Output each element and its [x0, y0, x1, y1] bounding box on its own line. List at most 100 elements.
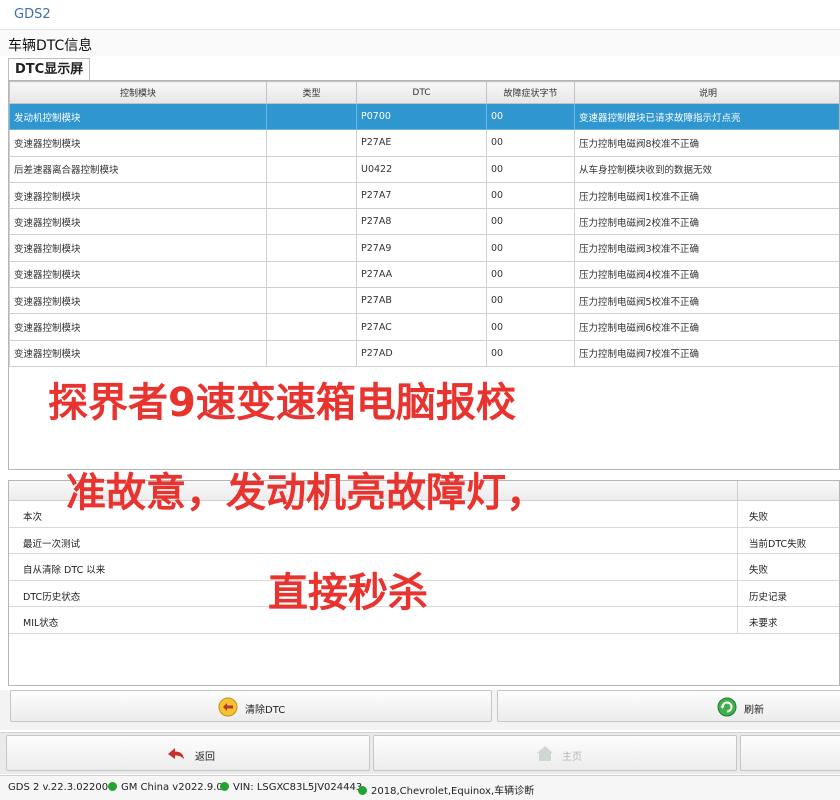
status-label: 自从清除 DTC 以来: [23, 565, 106, 576]
cell-description: 压力控制电磁阀8校准不正确: [574, 129, 839, 157]
cell-dtc: P27AA: [356, 260, 487, 289]
cell-type: [266, 287, 357, 315]
cell-type: [266, 208, 357, 236]
database-status: GM China v2022.9.0: [108, 782, 223, 793]
clear-dtc-label: 清除DTC: [245, 705, 286, 716]
refresh-button[interactable]: 刷新: [497, 690, 840, 722]
cell-dtc: P27A8: [356, 208, 487, 236]
table-row[interactable]: 变速器控制模块 P27AB 00 压力控制电磁阀5校准不正确: [9, 287, 839, 315]
cell-symptom: 00: [486, 155, 575, 183]
table-row[interactable]: 变速器控制模块 P27A7 00 压力控制电磁阀1校准不正确: [9, 181, 839, 210]
navigation-button-row: 返回 主页: [0, 732, 840, 774]
clear-dtc-button[interactable]: 清除DTC: [10, 690, 492, 722]
status-value: 失败: [749, 565, 769, 576]
tab-dtc-display[interactable]: DTC显示屏: [8, 58, 91, 80]
page-title: 车辆DTC信息: [8, 38, 93, 54]
cell-symptom: 00: [486, 339, 575, 367]
table-row[interactable]: 变速器控制模块 P27AA 00 压力控制电磁阀4校准不正确: [9, 260, 839, 289]
cell-dtc: P27AC: [356, 313, 487, 341]
cell-module: 变速器控制模块: [9, 181, 267, 210]
column-header-symptom[interactable]: 故障症状字节: [486, 81, 575, 104]
page-header: 车辆DTC信息: [0, 30, 840, 56]
cell-dtc: P27AE: [356, 129, 487, 157]
cell-type: [266, 102, 357, 131]
version-text: GDS 2 v.22.3.02200: [8, 782, 109, 793]
home-label: 主页: [562, 752, 582, 763]
cell-module: 变速器控制模块: [9, 234, 267, 262]
cell-module: 变速器控制模块: [9, 260, 267, 289]
cell-symptom: 00: [486, 287, 575, 315]
status-dot-icon: [358, 786, 367, 795]
overlay-caption-line-3: 直接秒杀: [268, 570, 428, 616]
app-title: GDS2: [14, 7, 51, 22]
refresh-label: 刷新: [744, 705, 764, 716]
back-arrow-icon: [165, 743, 187, 765]
cell-symptom: 00: [486, 102, 575, 131]
cell-type: [266, 234, 357, 262]
clear-icon: [217, 696, 239, 718]
cell-module: 发动机控制模块: [9, 102, 267, 131]
back-label: 返回: [195, 752, 215, 763]
vin-status: VIN: LSGXC83L5JV024443: [220, 782, 362, 793]
back-button[interactable]: 返回: [6, 735, 370, 771]
vehicle-status: 2018,Chevrolet,Equinox,车辆诊断: [358, 782, 534, 797]
cell-dtc: P27A7: [356, 181, 487, 210]
status-label: 最近一次测试: [23, 538, 81, 550]
cell-description: 压力控制电磁阀1校准不正确: [574, 181, 839, 210]
cell-symptom: 00: [486, 181, 575, 210]
status-value: 当前DTC失败: [749, 538, 807, 550]
home-icon: [534, 743, 556, 765]
table-row[interactable]: 变速器控制模块 P27A8 00 压力控制电磁阀2校准不正确: [9, 208, 839, 236]
cell-type: [266, 313, 357, 341]
status-dot-icon: [108, 782, 117, 791]
cell-type: [266, 155, 357, 183]
cell-type: [266, 181, 357, 210]
cell-module: 变速器控制模块: [9, 208, 267, 236]
cell-description: 压力控制电磁阀7校准不正确: [574, 339, 839, 367]
column-header-type[interactable]: 类型: [266, 81, 357, 104]
table-row[interactable]: 变速器控制模块 P27AE 00 压力控制电磁阀8校准不正确: [9, 129, 839, 157]
status-row: 最近一次测试 当前DTC失败: [9, 527, 839, 554]
cell-description: 变速器控制模块已请求故障指示灯点亮: [574, 102, 839, 131]
home-button[interactable]: 主页: [373, 735, 737, 771]
cell-description: 压力控制电磁阀3校准不正确: [574, 234, 839, 262]
cell-description: 压力控制电磁阀2校准不正确: [574, 208, 839, 236]
table-row[interactable]: 变速器控制模块 P27AC 00 压力控制电磁阀6校准不正确: [9, 313, 839, 341]
column-header-module[interactable]: 控制模块: [9, 81, 267, 104]
cell-symptom: 00: [486, 208, 575, 236]
dtc-table-header: 控制模块 类型 DTC 故障症状字节 说明: [9, 81, 839, 104]
status-label: 本次: [23, 512, 43, 523]
status-label: MIL状态: [23, 618, 59, 629]
table-row[interactable]: 发动机控制模块 P0700 00 变速器控制模块已请求故障指示灯点亮: [9, 102, 839, 131]
overlay-caption-line-1: 探界者9速变速箱电脑报校: [48, 380, 516, 426]
cell-dtc: P27AB: [356, 287, 487, 315]
table-row[interactable]: 变速器控制模块 P27AD 00 压力控制电磁阀7校准不正确: [9, 339, 839, 367]
cell-type: [266, 339, 357, 367]
cell-description: 压力控制电磁阀6校准不正确: [574, 313, 839, 341]
status-value: 失败: [749, 512, 769, 523]
column-header-dtc[interactable]: DTC: [356, 81, 487, 104]
cell-symptom: 00: [486, 260, 575, 289]
cell-module: 后差速器离合器控制模块: [9, 155, 267, 183]
table-row[interactable]: 变速器控制模块 P27A9 00 压力控制电磁阀3校准不正确: [9, 234, 839, 262]
status-value: 未要求: [749, 618, 778, 629]
cell-symptom: 00: [486, 313, 575, 341]
blank-nav-button[interactable]: [740, 735, 840, 771]
status-value: 历史记录: [749, 591, 788, 603]
overlay-caption-line-2: 准故意，发动机亮故障灯，: [66, 470, 546, 516]
cell-description: 压力控制电磁阀5校准不正确: [574, 287, 839, 315]
cell-type: [266, 129, 357, 157]
column-header-description[interactable]: 说明: [574, 81, 839, 104]
cell-module: 变速器控制模块: [9, 129, 267, 157]
cell-dtc: P27A9: [356, 234, 487, 262]
cell-description: 压力控制电磁阀4校准不正确: [574, 260, 839, 289]
cell-type: [266, 260, 357, 289]
refresh-icon: [716, 696, 738, 718]
status-bar: GDS 2 v.22.3.02200 GM China v2022.9.0 VI…: [0, 775, 840, 800]
cell-symptom: 00: [486, 234, 575, 262]
cell-module: 变速器控制模块: [9, 287, 267, 315]
cell-dtc: U0422: [356, 155, 487, 183]
cell-dtc: P0700: [356, 102, 487, 131]
title-bar: GDS2: [0, 0, 840, 30]
table-row[interactable]: 后差速器离合器控制模块 U0422 00 从车身控制模块收到的数据无效: [9, 155, 839, 183]
